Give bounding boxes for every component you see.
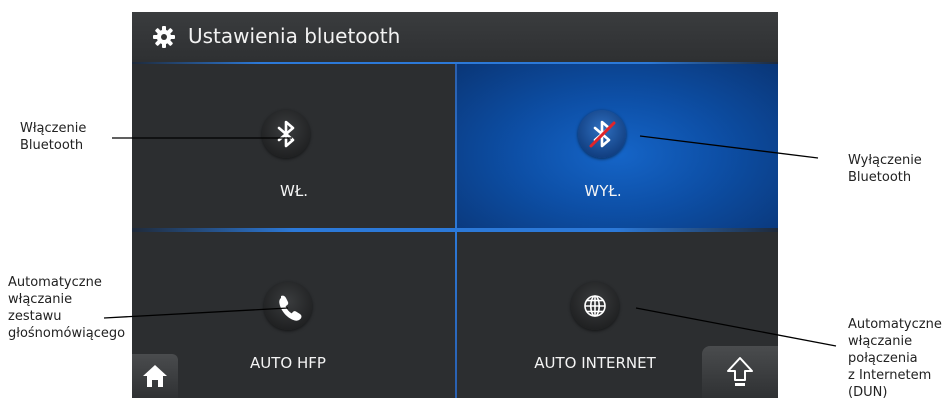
annotation-line: głośnomówiącego <box>8 326 126 341</box>
annotation-leaders <box>103 135 837 347</box>
annotation-line: Wyłączenie <box>848 153 922 168</box>
annotation-line: włączanie <box>8 292 73 307</box>
annotation-line: Bluetooth <box>848 170 912 185</box>
annotation-line: zestawu <box>8 309 62 324</box>
annotation-auto-hfp: Automatyczne włączanie zestawu głośnomów… <box>8 274 125 342</box>
annotation-bluetooth-off: Wyłączenie Bluetooth <box>848 152 922 186</box>
annotation-line: Automatyczne <box>8 275 102 290</box>
annotation-line: Włączenie <box>20 121 87 136</box>
annotation-line: włączanie <box>848 334 913 349</box>
annotation-line: z Internetem <box>848 368 932 383</box>
annotation-bluetooth-on: Włączenie Bluetooth <box>20 120 86 154</box>
annotation-line: połączenia <box>848 351 918 366</box>
annotation-line: (DUN) <box>848 385 888 400</box>
annotation-line: Bluetooth <box>20 138 84 153</box>
annotation-auto-dun: Automatyczne włączanie połączenia z Inte… <box>848 316 942 401</box>
annotation-line: Automatyczne <box>848 317 942 332</box>
